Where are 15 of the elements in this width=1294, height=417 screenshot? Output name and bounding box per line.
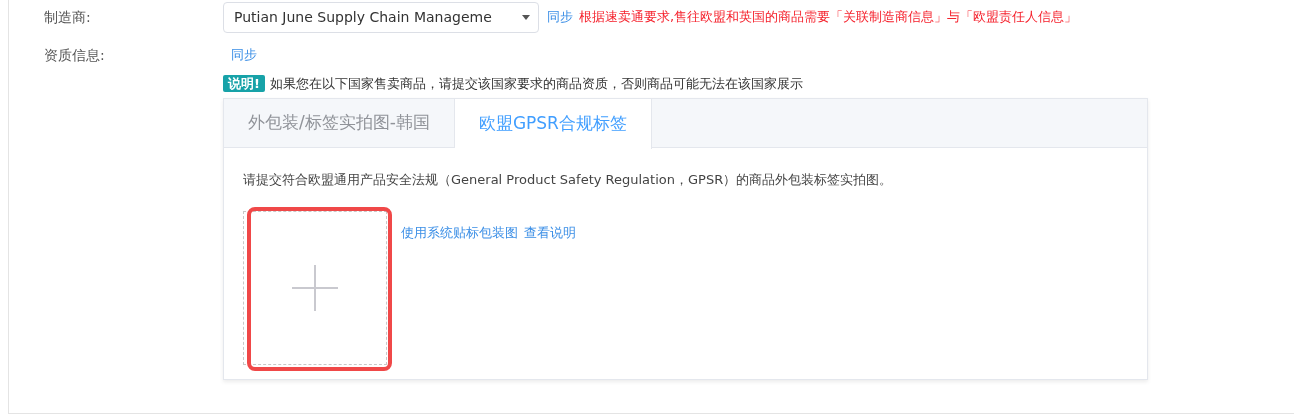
- link[interactable]: 使用系统贴标包装图: [401, 223, 518, 243]
- link[interactable]: 查看说明: [524, 223, 576, 243]
- field-label: 制造商:: [43, 7, 92, 27]
- sync-link[interactable]: 同步: [547, 7, 573, 27]
- sync-link[interactable]: 同步: [231, 45, 257, 65]
- caret-icon: [522, 14, 530, 20]
- tab[interactable]: 外包装/标签实拍图-韩国: [224, 98, 455, 148]
- notice-text: 如果您在以下国家售卖商品，请提交该国家要求的商品资质，否则商品可能无法在该国家展示: [269, 76, 803, 91]
- tab[interactable]: 欧盟GPSR合规标签: [454, 98, 652, 149]
- description-text: 请提交符合欧盟通用产品安全法规（General Product Safety Regulation，GPSR）的商品外包装标签实拍图。: [243, 170, 894, 189]
- notice-label: 说明!: [223, 75, 265, 92]
- field-label: 资质信息:: [43, 45, 106, 65]
- warning-text: 根据速卖通要求,售往欧盟和英国的商品需要「关联制造商信息」与「欧盟责任人信息」: [579, 8, 1078, 27]
- plus-icon: [292, 265, 338, 311]
- manufacturer-select[interactable]: Putian June Supply Chain Manageme: [223, 1, 539, 33]
